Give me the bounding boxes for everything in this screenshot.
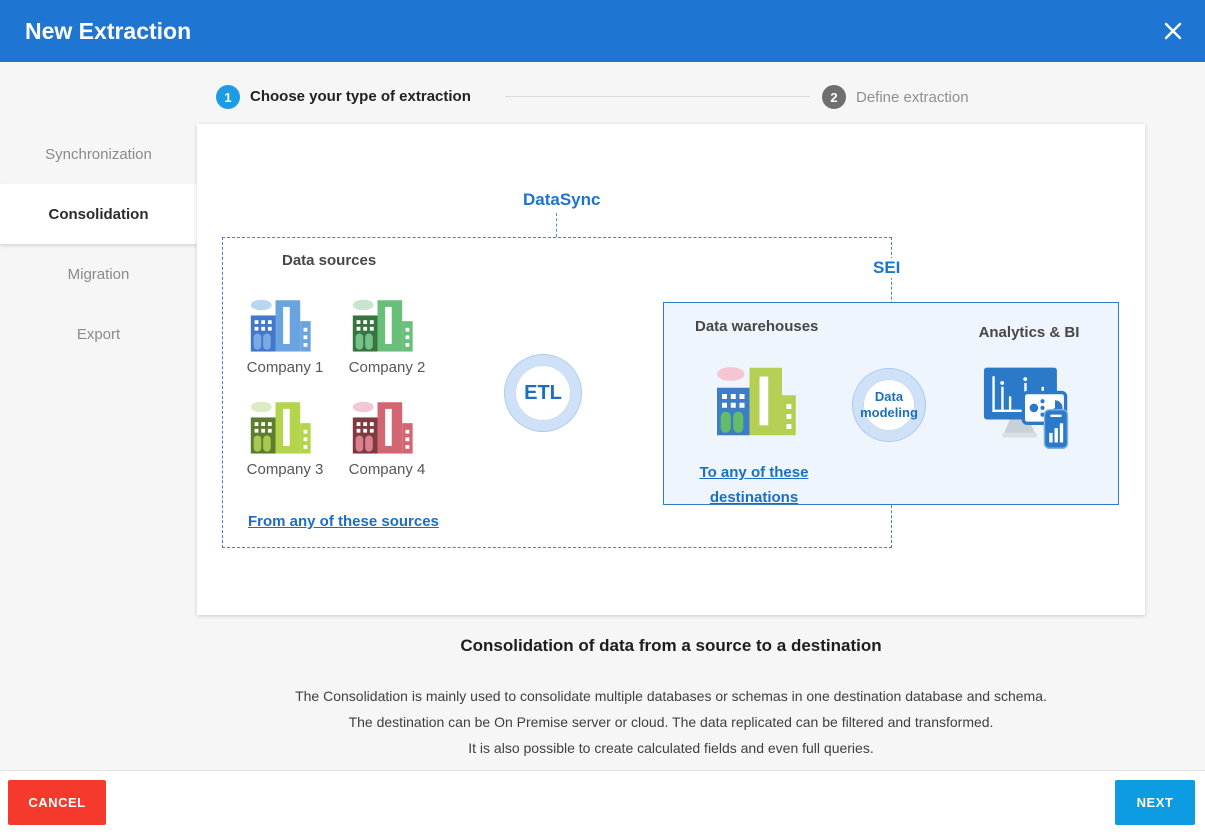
consolidation-diagram-panel: DataSync SEI Data sources Company 1 (197, 124, 1145, 615)
dialog-title: New Extraction (25, 0, 191, 62)
company-1-label: Company 1 (235, 359, 335, 376)
dialog-header: New Extraction (0, 0, 1205, 62)
extraction-description: Consolidation of data from a source to a… (197, 636, 1145, 761)
step-2-label: Define extraction (856, 89, 969, 106)
description-line: The destination can be On Premise server… (197, 709, 1145, 735)
sources-link[interactable]: From any of these sources (248, 513, 439, 530)
datasync-label: DataSync (517, 190, 606, 210)
extraction-type-sidebar: Synchronization Consolidation Migration … (0, 124, 197, 364)
company-2-item: Company 2 (337, 296, 437, 376)
sei-label: SEI (867, 258, 906, 278)
destinations-link[interactable]: To any of these destinations (700, 464, 809, 506)
company-1-building-icon (247, 296, 323, 352)
sidebar-item-synchronization[interactable]: Synchronization (0, 124, 197, 184)
data-warehouse-building-icon (712, 353, 812, 445)
new-extraction-dialog: New Extraction 1 Choose your type of ext… (0, 0, 1205, 835)
step-2-circle: 2 (822, 85, 846, 109)
cancel-button[interactable]: CANCEL (8, 780, 106, 825)
data-modeling-circle: Data modeling (853, 369, 925, 441)
data-sources-title: Data sources (282, 252, 376, 269)
step-1-label: Choose your type of extraction (250, 88, 471, 105)
next-button[interactable]: NEXT (1115, 780, 1195, 825)
etl-circle: ETL (505, 355, 581, 431)
description-line: It is also possible to create calculated… (197, 735, 1145, 761)
step-1-circle: 1 (216, 85, 240, 109)
step-connector-line (505, 96, 810, 97)
company-3-item: Company 3 (235, 398, 335, 478)
company-3-building-icon (247, 398, 323, 454)
company-4-item: Company 4 (337, 398, 437, 478)
datasync-connector-line (556, 213, 557, 237)
company-4-label: Company 4 (337, 461, 437, 478)
company-3-label: Company 3 (235, 461, 335, 478)
company-4-building-icon (349, 398, 425, 454)
analytics-bi-devices-icon (983, 360, 1079, 452)
data-warehouses-title: Data warehouses (695, 318, 818, 335)
sidebar-item-consolidation[interactable]: Consolidation (0, 184, 197, 244)
description-title: Consolidation of data from a source to a… (197, 636, 1145, 656)
step-indicator: 1 Choose your type of extraction 2 Defin… (0, 62, 1205, 124)
close-icon[interactable] (1159, 17, 1187, 45)
analytics-bi-title: Analytics & BI (949, 324, 1109, 341)
dialog-footer: CANCEL NEXT (0, 770, 1205, 835)
company-2-building-icon (349, 296, 425, 352)
description-line: The Consolidation is mainly used to cons… (197, 683, 1145, 709)
company-2-label: Company 2 (337, 359, 437, 376)
sidebar-item-export[interactable]: Export (0, 304, 197, 364)
company-1-item: Company 1 (235, 296, 335, 376)
sidebar-item-migration[interactable]: Migration (0, 244, 197, 304)
